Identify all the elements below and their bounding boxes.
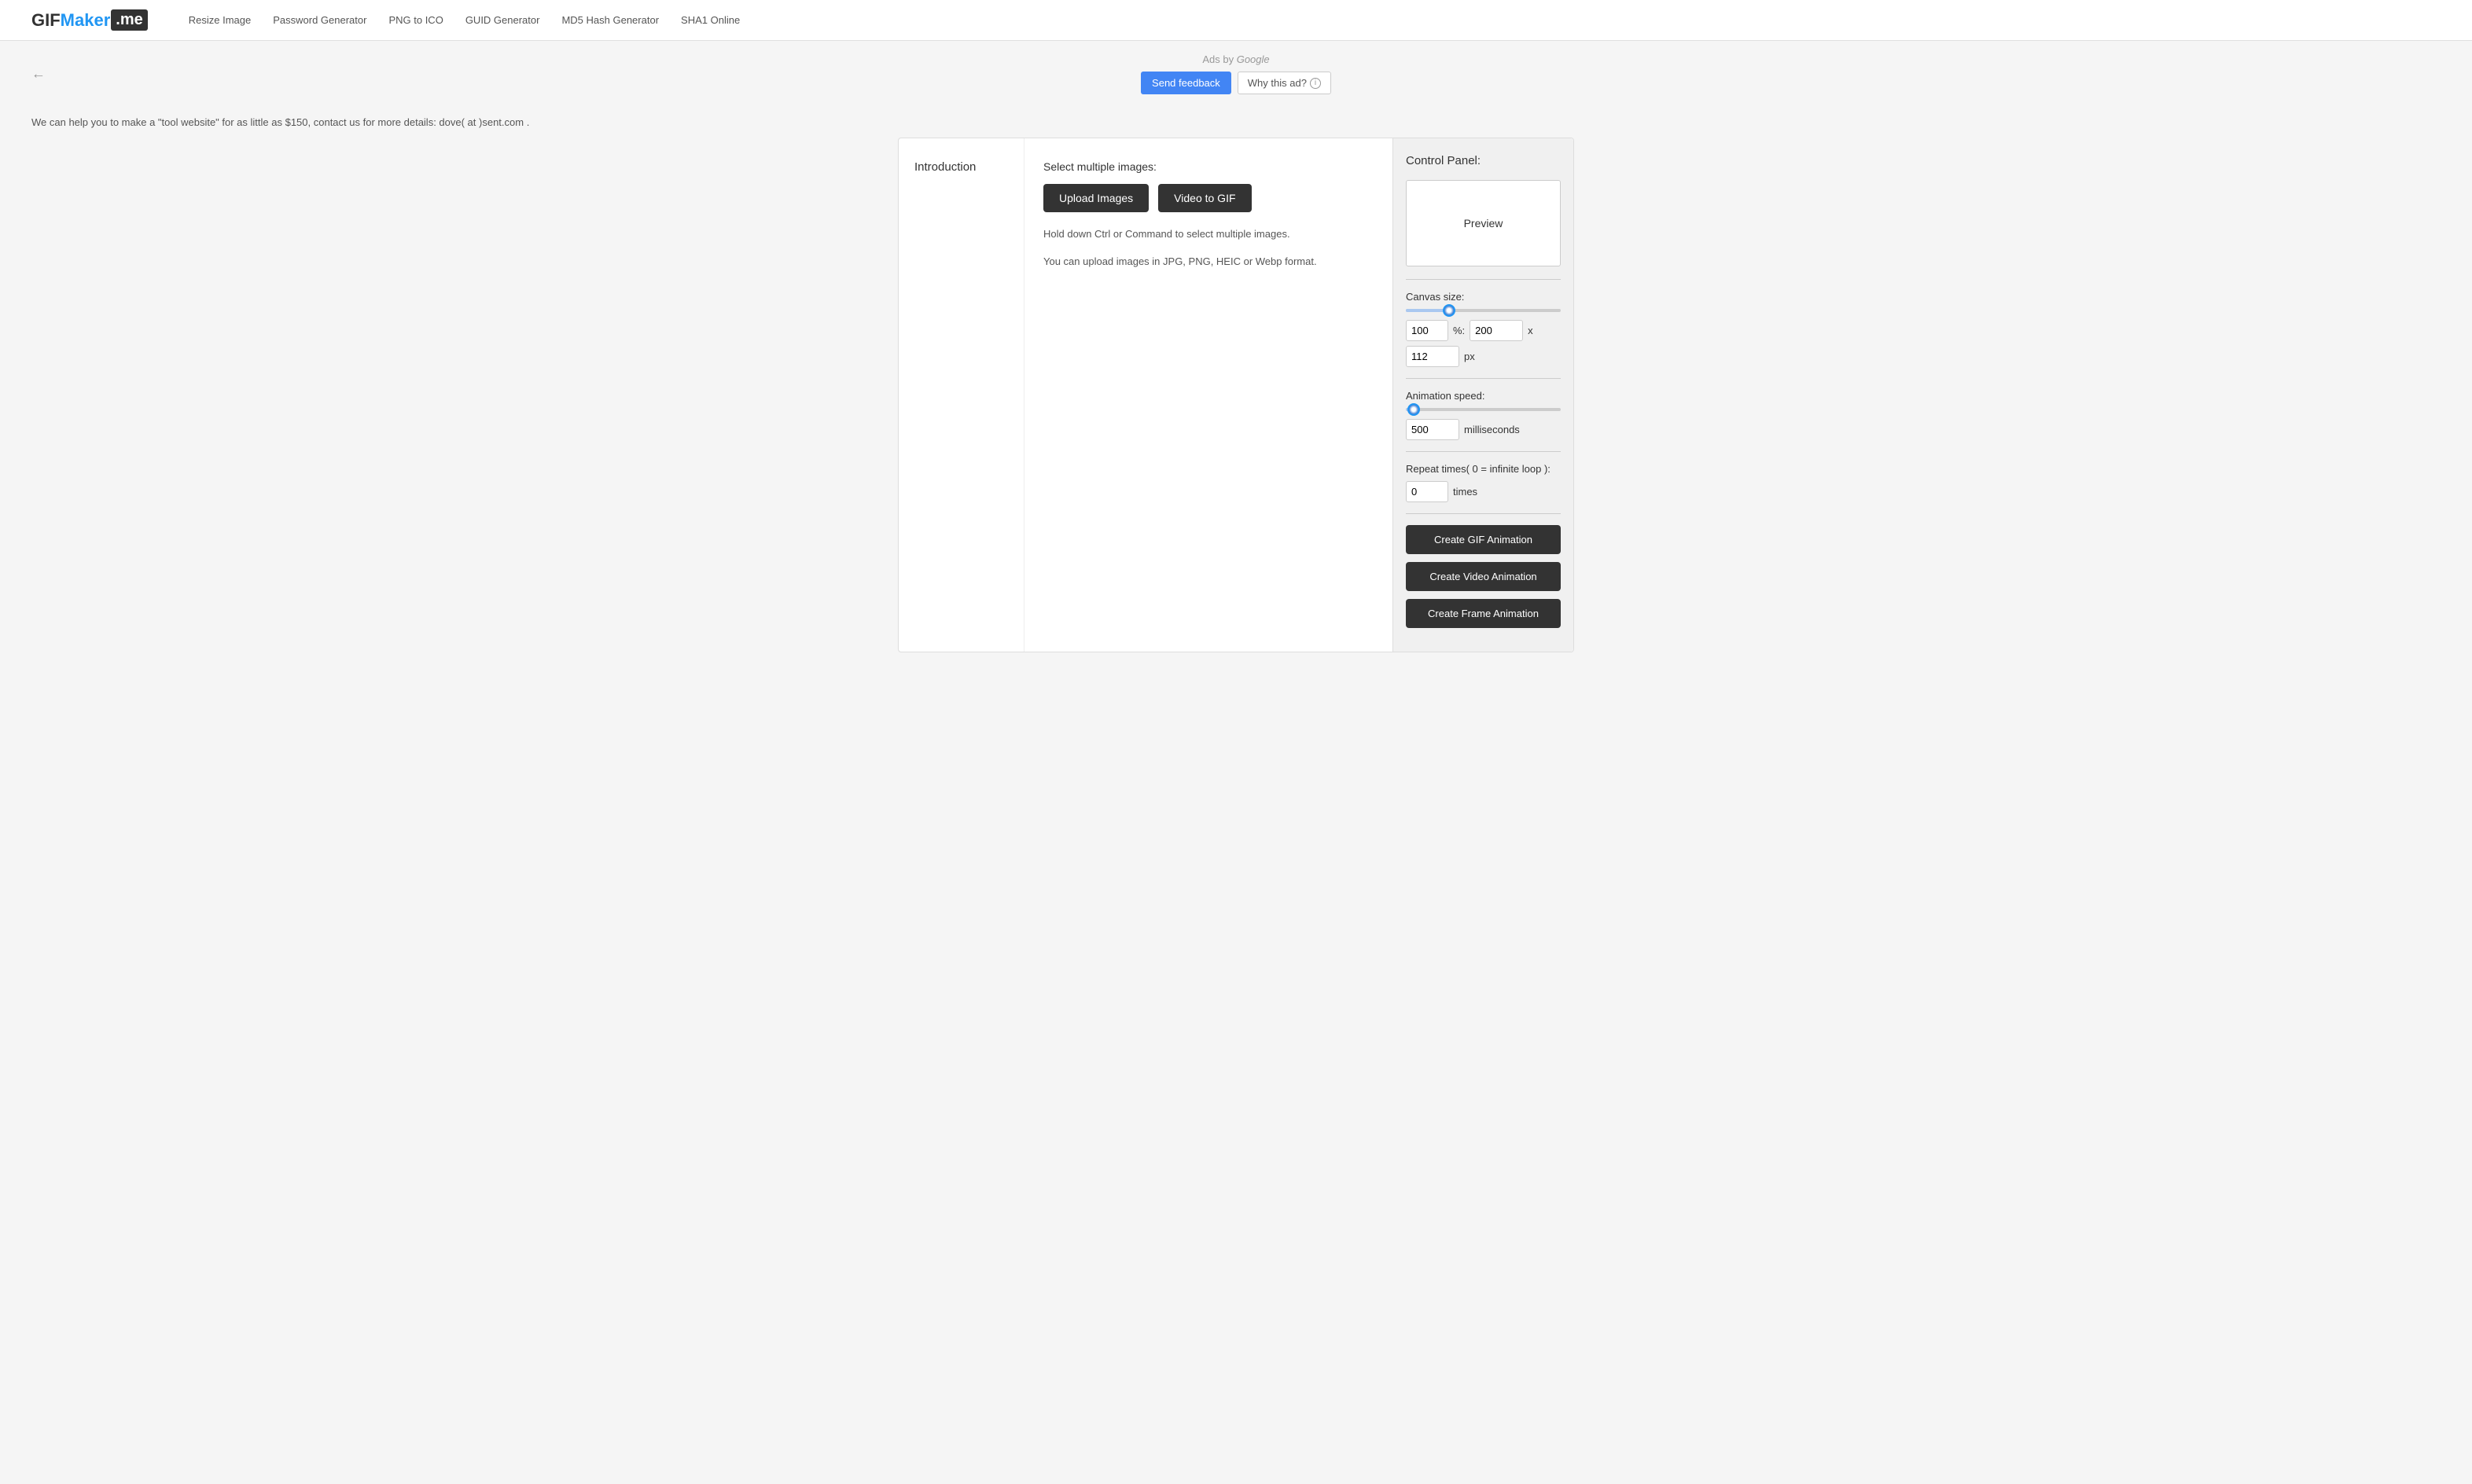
canvas-percent-unit: %: bbox=[1453, 325, 1465, 336]
repeat-input[interactable] bbox=[1406, 481, 1448, 502]
control-panel-title: Control Panel: bbox=[1406, 154, 1561, 167]
main-nav: Resize Image Password Generator PNG to I… bbox=[189, 14, 740, 26]
repeat-unit: times bbox=[1453, 486, 1477, 498]
canvas-height-input[interactable] bbox=[1406, 346, 1459, 367]
repeat-input-row: times bbox=[1406, 481, 1561, 502]
promo-text: We can help you to make a "tool website"… bbox=[0, 107, 2472, 138]
logo[interactable]: GIF Maker .me bbox=[31, 9, 148, 31]
canvas-input-row: %: x px bbox=[1406, 320, 1561, 367]
select-label: Select multiple images: bbox=[1043, 160, 1374, 173]
animation-slider-thumb[interactable] bbox=[1407, 403, 1420, 416]
header: GIF Maker .me Resize Image Password Gene… bbox=[0, 0, 2472, 41]
why-this-ad-text: Why this ad? bbox=[1248, 77, 1307, 89]
intro-title: Introduction bbox=[914, 160, 1008, 174]
send-feedback-button[interactable]: Send feedback bbox=[1141, 72, 1231, 94]
animation-speed-input[interactable] bbox=[1406, 419, 1459, 440]
ads-by-google: Ads by Google bbox=[13, 53, 2459, 65]
nav-resize-image[interactable]: Resize Image bbox=[189, 14, 251, 26]
back-arrow[interactable]: ← bbox=[31, 66, 46, 83]
control-panel: Control Panel: Preview Canvas size: %: x bbox=[1392, 138, 1573, 652]
center-panel: Select multiple images: Upload Images Vi… bbox=[1024, 138, 1392, 652]
nav-png-to-ico[interactable]: PNG to ICO bbox=[388, 14, 443, 26]
preview-box: Preview bbox=[1406, 180, 1561, 266]
animation-speed-label: Animation speed: bbox=[1406, 390, 1561, 402]
info-icon: i bbox=[1310, 78, 1321, 89]
logo-me: .me bbox=[111, 9, 147, 31]
main-container: Introduction Select multiple images: Upl… bbox=[882, 138, 1590, 684]
ad-bar: ← Ads by Google Send feedback Why this a… bbox=[0, 41, 2472, 107]
divider-3 bbox=[1406, 451, 1561, 452]
intro-sidebar: Introduction bbox=[899, 138, 1024, 652]
canvas-percent-input[interactable] bbox=[1406, 320, 1448, 341]
nav-md5-hash-generator[interactable]: MD5 Hash Generator bbox=[561, 14, 659, 26]
info-ctrl-text: Hold down Ctrl or Command to select mult… bbox=[1043, 226, 1374, 243]
logo-gif: GIF bbox=[31, 10, 61, 31]
animation-slider-track[interactable] bbox=[1406, 408, 1561, 411]
canvas-x: x bbox=[1528, 325, 1533, 336]
create-video-animation-button[interactable]: Create Video Animation bbox=[1406, 562, 1561, 591]
nav-guid-generator[interactable]: GUID Generator bbox=[465, 14, 540, 26]
logo-maker: Maker bbox=[61, 10, 111, 31]
create-frame-animation-button[interactable]: Create Frame Animation bbox=[1406, 599, 1561, 628]
divider-2 bbox=[1406, 378, 1561, 379]
canvas-width-input[interactable] bbox=[1470, 320, 1523, 341]
animation-speed-unit: milliseconds bbox=[1464, 424, 1520, 435]
content-card: Introduction Select multiple images: Upl… bbox=[898, 138, 1574, 652]
nav-sha1-online[interactable]: SHA1 Online bbox=[681, 14, 740, 26]
canvas-slider-thumb[interactable] bbox=[1443, 304, 1455, 317]
repeat-label: Repeat times( 0 = infinite loop ): bbox=[1406, 463, 1561, 475]
canvas-size-section: Canvas size: %: x px bbox=[1406, 291, 1561, 367]
ad-buttons: Send feedback Why this ad? i bbox=[13, 72, 2459, 94]
video-to-gif-button[interactable]: Video to GIF bbox=[1158, 184, 1251, 212]
canvas-slider-track[interactable] bbox=[1406, 309, 1561, 312]
animation-input-row: milliseconds bbox=[1406, 419, 1561, 440]
repeat-section: Repeat times( 0 = infinite loop ): times bbox=[1406, 463, 1561, 502]
divider-4 bbox=[1406, 513, 1561, 514]
create-gif-animation-button[interactable]: Create GIF Animation bbox=[1406, 525, 1561, 554]
preview-text: Preview bbox=[1464, 217, 1503, 230]
nav-password-generator[interactable]: Password Generator bbox=[273, 14, 366, 26]
upload-buttons: Upload Images Video to GIF bbox=[1043, 184, 1374, 212]
why-this-ad-button[interactable]: Why this ad? i bbox=[1238, 72, 1331, 94]
canvas-px: px bbox=[1464, 351, 1475, 362]
upload-images-button[interactable]: Upload Images bbox=[1043, 184, 1149, 212]
info-format-text: You can upload images in JPG, PNG, HEIC … bbox=[1043, 254, 1374, 270]
animation-speed-section: Animation speed: milliseconds bbox=[1406, 390, 1561, 440]
canvas-size-label: Canvas size: bbox=[1406, 291, 1561, 303]
divider-1 bbox=[1406, 279, 1561, 280]
